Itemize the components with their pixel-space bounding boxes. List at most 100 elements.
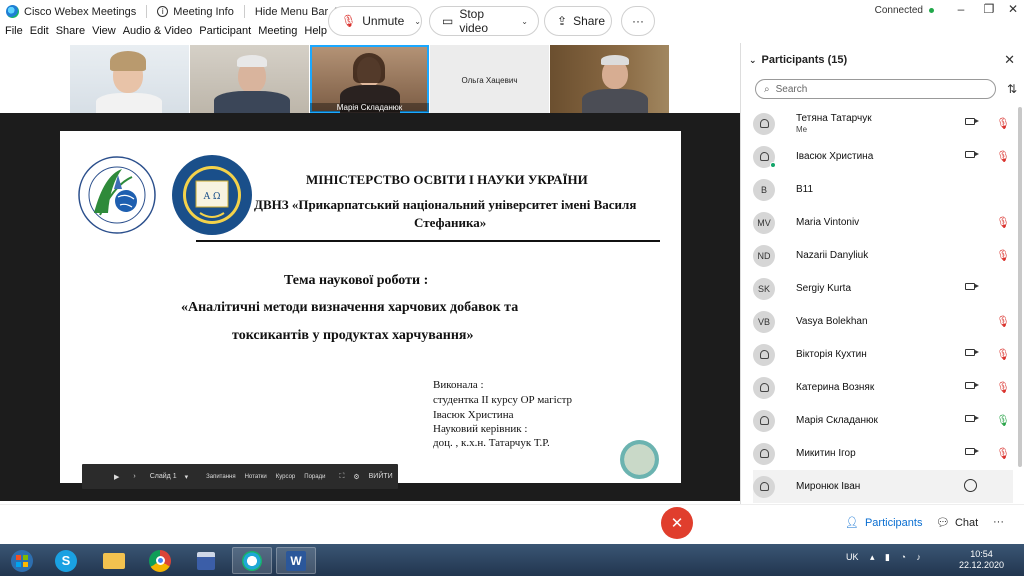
list-item[interactable]: ND Nazarii Danyliuk 🎙︎ — [753, 239, 1013, 272]
chevron-down-icon[interactable]: ⌄ — [521, 17, 528, 26]
video-camera-icon — [965, 448, 979, 455]
menu-edit[interactable]: Edit — [30, 25, 49, 43]
chevron-down-icon: ▾ — [184, 473, 189, 481]
presenter-avatar[interactable] — [620, 440, 659, 479]
list-item[interactable]: Миронюк Іван — [753, 470, 1013, 503]
minimize-button[interactable]: – — [950, 2, 972, 16]
mic-muted-icon[interactable]: 🎙︎ — [996, 117, 1010, 130]
gear-icon[interactable]: ⚙ — [353, 473, 359, 481]
sort-icon[interactable]: ⇅ — [1007, 82, 1017, 96]
participant-list: Тетяна Татарчук Me 🎙︎ Івасюк Христина 🎙︎… — [753, 107, 1013, 503]
chat-toggle-button[interactable]: 💬︎ Chat — [936, 516, 978, 530]
person-icon — [759, 482, 769, 491]
menu-meeting[interactable]: Meeting — [258, 25, 297, 43]
language-indicator[interactable]: UK — [846, 552, 859, 562]
word-icon[interactable]: W — [276, 547, 316, 574]
avatar — [753, 145, 776, 168]
slide-performed: Виконала : — [433, 379, 484, 391]
list-item[interactable]: B B11 — [753, 173, 1013, 206]
person-icon — [759, 383, 769, 392]
unmute-button[interactable]: 🎙︎ Unmute ⌄ — [328, 6, 422, 36]
menu-help[interactable]: Help — [304, 25, 327, 43]
webex-taskbar-icon[interactable] — [232, 547, 272, 574]
status-dot-icon — [929, 8, 934, 13]
fullscreen-icon[interactable]: ⛶ — [339, 473, 344, 481]
participant-search-input[interactable]: ⌕ Search — [755, 79, 996, 99]
chevron-down-icon[interactable]: ⌄ — [414, 17, 421, 26]
chrome-icon[interactable] — [140, 547, 180, 574]
tray-icons[interactable]: ▴ ▮ ◔ ♪ — [870, 552, 925, 563]
slide-topic-line1: «Аналітичні методи визначення харчових д… — [181, 300, 519, 315]
maximize-button[interactable]: ❐ — [978, 2, 1000, 16]
start-button[interactable] — [2, 547, 42, 574]
questions-tool[interactable]: Запитання — [206, 474, 235, 480]
slide-student-name: Івасюк Христина — [433, 409, 514, 421]
mic-muted-icon[interactable]: 🎙︎ — [996, 216, 1010, 229]
list-item[interactable]: VB Vasya Bolekhan 🎙︎ — [753, 305, 1013, 338]
video-thumbnail[interactable] — [550, 45, 669, 113]
list-item[interactable]: MV Maria Vintoniv 🎙︎ — [753, 206, 1013, 239]
list-item[interactable]: Тетяна Татарчук Me 🎙︎ — [753, 107, 1013, 140]
share-icon: ⇪ — [557, 14, 568, 28]
participants-panel: ⌄ Participants (15) ✕ ⌕ Search ⇅ Тетяна … — [740, 43, 1024, 504]
list-item[interactable]: Івасюк Христина 🎙︎ — [753, 140, 1013, 173]
avatar: SK — [753, 277, 775, 300]
exit-button[interactable]: ВИЙТИ — [369, 473, 393, 480]
list-item[interactable]: Марія Складанюк 🎙︎ — [753, 404, 1013, 437]
next-icon[interactable]: › — [133, 473, 135, 480]
share-button[interactable]: ⇪ Share — [544, 6, 612, 36]
close-window-button[interactable]: ✕ — [1002, 2, 1024, 16]
mic-on-icon[interactable]: 🎙︎ — [996, 414, 1010, 427]
mic-muted-icon[interactable]: 🎙︎ — [996, 150, 1010, 163]
person-icon — [759, 350, 769, 359]
participants-toggle-button[interactable]: 👤︎ Participants — [845, 516, 922, 530]
participants-header[interactable]: ⌄ Participants (15) — [749, 54, 847, 66]
meeting-info-button[interactable]: i Meeting Info — [157, 6, 234, 18]
file-explorer-icon[interactable] — [94, 547, 134, 574]
video-thumbnail[interactable] — [70, 45, 189, 113]
mic-muted-icon[interactable]: 🎙︎ — [996, 447, 1010, 460]
save-disk-icon[interactable] — [186, 547, 226, 574]
more-options-button[interactable]: ··· — [621, 6, 655, 36]
avatar: VB — [753, 310, 775, 333]
windows-logo-icon — [11, 549, 33, 572]
mic-muted-icon[interactable]: 🎙︎ — [996, 348, 1010, 361]
menu-participant[interactable]: Participant — [199, 25, 251, 43]
mic-muted-icon[interactable]: 🎙︎ — [996, 249, 1010, 262]
list-item[interactable]: Микитин Ігор 🎙︎ — [753, 437, 1013, 470]
end-meeting-button[interactable]: ✕ — [661, 507, 693, 539]
avatar: MV — [753, 211, 775, 234]
list-item[interactable]: Вікторія Кухтин 🎙︎ — [753, 338, 1013, 371]
mic-muted-icon[interactable]: 🎙︎ — [996, 381, 1010, 394]
taskbar-clock[interactable]: 10:54 22.12.2020 — [959, 549, 1004, 571]
video-camera-icon — [965, 415, 979, 422]
video-thumbnail[interactable] — [190, 45, 309, 113]
app-title: Cisco Webex Meetings — [6, 5, 136, 18]
participants-scrollbar[interactable] — [1018, 107, 1022, 467]
more-panels-button[interactable]: ··· — [993, 516, 1004, 528]
menu-audio-video[interactable]: Audio & Video — [123, 25, 193, 43]
skype-taskbar-icon[interactable]: S — [46, 547, 86, 574]
tips-tool[interactable]: Поради — [304, 474, 325, 480]
chat-icon[interactable] — [964, 479, 977, 492]
windows-taskbar: S W UK ▴ ▮ ◔ ♪ 10:54 22.12.2020 — [0, 544, 1024, 576]
menu-view[interactable]: View — [92, 25, 116, 43]
close-panel-button[interactable]: ✕ — [1004, 52, 1015, 68]
video-thumbnail-active-speaker[interactable]: Марія Складанюк — [310, 45, 429, 113]
slide-selector[interactable]: Слайд 1 — [150, 473, 177, 480]
webex-logo-icon — [6, 5, 19, 18]
stop-video-button[interactable]: ▭ Stop video ⌄ — [429, 6, 539, 36]
slide-student: студентка ІІ курсу ОР магістр — [433, 394, 573, 406]
hide-menu-bar-button[interactable]: Hide Menu Bar ⌃ — [255, 6, 340, 18]
video-camera-icon — [965, 349, 979, 356]
list-item[interactable]: SK Sergiy Kurta — [753, 272, 1013, 305]
menu-file[interactable]: File — [5, 25, 23, 43]
list-item[interactable]: Катерина Возняк 🎙︎ — [753, 371, 1013, 404]
mic-muted-icon[interactable]: 🎙︎ — [996, 315, 1010, 328]
avatar: B — [753, 178, 775, 201]
cursor-tool[interactable]: Курсор — [276, 474, 296, 480]
menu-share[interactable]: Share — [56, 25, 85, 43]
video-thumbnail[interactable]: Ольга Хацевич — [430, 45, 549, 113]
notes-tool[interactable]: Нотатки — [245, 474, 267, 480]
play-icon[interactable]: ▶ — [114, 473, 119, 481]
